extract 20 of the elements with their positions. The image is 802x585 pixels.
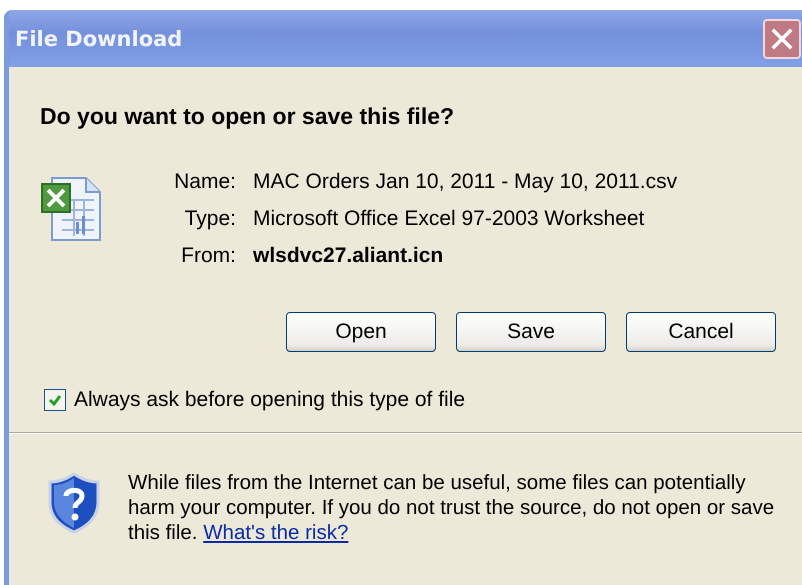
spreadsheet-file-icon <box>40 176 104 242</box>
checkbox-label: Always ask before opening this type of file <box>74 388 466 412</box>
field-value: MAC Orders Jan 10, 2011 - May 10, 2011.csv <box>253 170 678 194</box>
warning-message: While files from the Internet can be useful, some files can potentially harm your computer. If you do not trust the source, do not open or save this file. What's the risk? <box>128 470 776 545</box>
checkbox[interactable] <box>44 389 66 411</box>
window-title: File Download <box>15 26 184 50</box>
field-label: Name: <box>173 170 236 194</box>
dialog-button[interactable]: Open <box>286 312 436 352</box>
dialog-button[interactable]: Cancel <box>626 312 776 352</box>
field-label: From: <box>180 244 236 268</box>
close-button[interactable] <box>763 18 801 58</box>
risk-link[interactable]: What's the risk? <box>203 521 348 544</box>
close-icon <box>770 26 794 50</box>
field-value: Microsoft Office Excel 97-2003 Worksheet <box>253 207 646 231</box>
dialog-question: Do you want to open or save this file? <box>40 103 456 130</box>
dialog-button[interactable]: Save <box>456 312 606 352</box>
field-label: Type: <box>184 207 236 231</box>
field-value: wlsdvc27.aliant.icn <box>253 244 444 268</box>
help-shield-icon <box>47 472 101 534</box>
checkmark-icon <box>47 392 63 408</box>
